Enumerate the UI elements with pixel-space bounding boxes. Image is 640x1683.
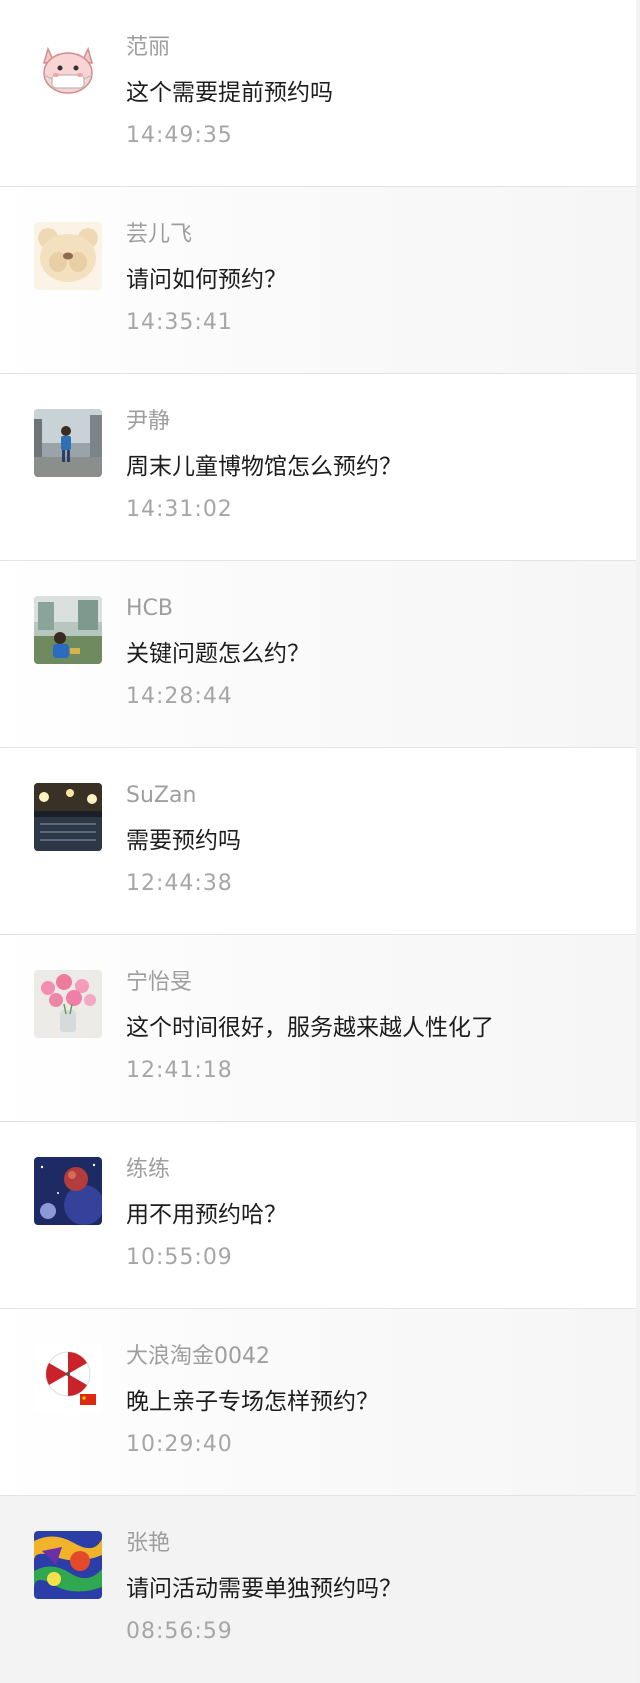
comment-text: 周末儿童博物馆怎么预约？ xyxy=(126,454,402,480)
comment-time: 08:56:59 xyxy=(126,1619,233,1644)
comment-text: 请问活动需要单独预约吗？ xyxy=(126,1576,402,1602)
comment-time: 10:29:40 xyxy=(126,1432,233,1457)
commenter-name: HCB xyxy=(126,596,173,621)
comment-text: 请问如何预约？ xyxy=(126,267,287,293)
graffiti-avatar[interactable] xyxy=(34,1531,102,1599)
comment-text: 用不用预约哈？ xyxy=(126,1202,287,1228)
comment-item[interactable]: 大浪淘金0042 晚上亲子专场怎样预约？ 10:29:40 xyxy=(0,1309,640,1496)
scrollbar-track[interactable] xyxy=(636,0,640,1683)
comment-item[interactable]: 张艳 请问活动需要单独预约吗？ 08:56:59 xyxy=(0,1496,640,1683)
commenter-name: 练练 xyxy=(126,1157,171,1182)
commenter-name: 范丽 xyxy=(126,35,171,60)
comment-item[interactable]: 宁怡旻 这个时间很好，服务越来越人性化了 12:41:18 xyxy=(0,935,640,1122)
child-photo-avatar[interactable] xyxy=(34,409,102,477)
comment-time: 14:49:35 xyxy=(126,123,233,148)
comment-time: 14:35:41 xyxy=(126,310,233,335)
commenter-name: 芸儿飞 xyxy=(126,222,193,247)
comment-text: 这个时间很好，服务越来越人性化了 xyxy=(126,1015,494,1041)
umbrella-flag-avatar[interactable] xyxy=(34,1344,102,1412)
commenter-name: 宁怡旻 xyxy=(126,970,193,995)
flowers-avatar[interactable] xyxy=(34,970,102,1038)
comment-time: 12:41:18 xyxy=(126,1058,233,1083)
comment-list: 范丽 这个需要提前预约吗 14:49:35 芸儿飞 请问如何预约？ 14:35:… xyxy=(0,0,640,1683)
commenter-name: 张艳 xyxy=(126,1531,171,1556)
commenter-name: 尹静 xyxy=(126,409,171,434)
pig-mask-avatar[interactable] xyxy=(34,35,102,103)
comment-time: 12:44:38 xyxy=(126,871,233,896)
commenter-name: SuZan xyxy=(126,783,197,808)
comment-item[interactable]: 练练 用不用预约哈？ 10:55:09 xyxy=(0,1122,640,1309)
comment-item[interactable]: 范丽 这个需要提前预约吗 14:49:35 xyxy=(0,0,640,187)
comment-text: 晚上亲子专场怎样预约？ xyxy=(126,1389,379,1415)
child-outdoor-photo-avatar[interactable] xyxy=(34,596,102,664)
comment-time: 14:28:44 xyxy=(126,684,233,709)
comment-page: 范丽 这个需要提前预约吗 14:49:35 芸儿飞 请问如何预约？ 14:35:… xyxy=(0,0,640,1683)
comment-item[interactable]: 尹静 周末儿童博物馆怎么预约？ 14:31:02 xyxy=(0,374,640,561)
commenter-name: 大浪淘金0042 xyxy=(126,1344,270,1369)
comment-text: 关键问题怎么约？ xyxy=(126,641,310,667)
comment-item[interactable]: HCB 关键问题怎么约？ 14:28:44 xyxy=(0,561,640,748)
comment-text: 需要预约吗 xyxy=(126,828,241,854)
comment-item[interactable]: 芸儿飞 请问如何预约？ 14:35:41 xyxy=(0,187,640,374)
comment-text: 这个需要提前预约吗 xyxy=(126,80,333,106)
teddy-bear-avatar[interactable] xyxy=(34,222,102,290)
night-concert-avatar[interactable] xyxy=(34,783,102,851)
comment-time: 10:55:09 xyxy=(126,1245,233,1270)
comment-item[interactable]: SuZan 需要预约吗 12:44:38 xyxy=(0,748,640,935)
planet-space-avatar[interactable] xyxy=(34,1157,102,1225)
comment-time: 14:31:02 xyxy=(126,497,233,522)
